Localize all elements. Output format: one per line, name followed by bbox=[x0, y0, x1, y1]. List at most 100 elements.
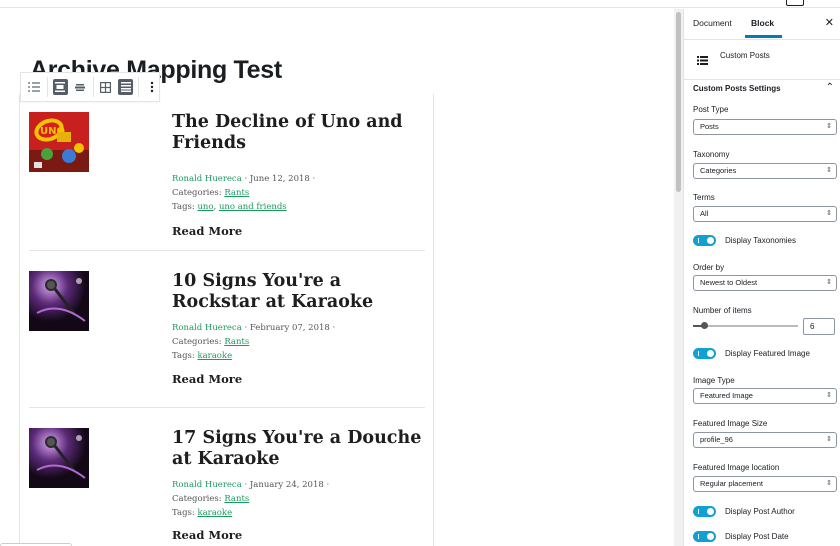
microphone-image bbox=[29, 271, 89, 331]
select-arrows-icon: ⇕ bbox=[826, 167, 832, 174]
header-settings-button[interactable] bbox=[786, 0, 804, 6]
post-date: · June 12, 2018 · bbox=[241, 174, 316, 184]
post-author[interactable]: Ronald Huereca bbox=[172, 480, 242, 490]
slider-track bbox=[693, 325, 798, 327]
editor-scrollbar[interactable] bbox=[674, 9, 684, 546]
toolbar-separator bbox=[46, 77, 48, 97]
display-post-author-label: Display Post Author bbox=[725, 507, 795, 516]
post-categories: Categories: Rants bbox=[172, 492, 249, 506]
categories-label: Categories: bbox=[172, 188, 225, 198]
block-toolbar bbox=[20, 72, 160, 102]
display-post-author-toggle[interactable] bbox=[693, 506, 716, 517]
microphone-image bbox=[29, 428, 89, 488]
post-title[interactable]: 10 Signs You're a Rockstar at Karaoke bbox=[172, 271, 428, 313]
uno-image: UNO bbox=[29, 112, 89, 172]
post-title[interactable]: The Decline of Uno and Friends bbox=[172, 112, 428, 154]
post-meta: Ronald Huereca · June 12, 2018 · bbox=[172, 172, 315, 186]
post-type-select[interactable]: Posts ⇕ bbox=[693, 119, 837, 135]
featured-image-location-value: Regular placement bbox=[700, 479, 763, 488]
terms-select[interactable]: All ⇕ bbox=[693, 206, 837, 222]
featured-image-size-value: profile_96 bbox=[700, 435, 733, 444]
image-type-select[interactable]: Featured Image ⇕ bbox=[693, 388, 837, 404]
post-author[interactable]: Ronald Huereca bbox=[172, 323, 242, 333]
order-by-value: Newest to Oldest bbox=[700, 278, 758, 287]
tag-link[interactable]: karaoke bbox=[197, 508, 232, 518]
post-date: · January 24, 2018 · bbox=[241, 480, 330, 490]
tag-link[interactable]: uno bbox=[197, 202, 213, 212]
taxonomy-label: Taxonomy bbox=[693, 150, 730, 159]
post-categories: Categories: Rants bbox=[172, 335, 249, 349]
slider-handle[interactable] bbox=[701, 322, 708, 329]
table-view-icon[interactable] bbox=[118, 79, 134, 95]
number-of-items-label: Number of items bbox=[693, 306, 752, 315]
block-card: Custom Posts bbox=[684, 40, 840, 80]
tags-label: Tags: bbox=[172, 351, 198, 361]
panel-header-custom-posts-settings[interactable]: Custom Posts Settings ⌃ bbox=[684, 80, 840, 100]
custom-posts-block[interactable]: UNO The Decline of Uno and Friends Ronal… bbox=[19, 94, 434, 546]
chevron-up-icon[interactable]: ⌃ bbox=[826, 82, 834, 93]
tag-link[interactable]: karaoke bbox=[197, 351, 232, 361]
post-author[interactable]: Ronald Huereca bbox=[172, 174, 242, 184]
order-by-label: Order by bbox=[693, 263, 725, 272]
panel-title: Custom Posts Settings bbox=[693, 84, 781, 93]
sidebar-tabs: Document Block ✕ bbox=[684, 9, 840, 40]
terms-value: All bbox=[700, 209, 709, 218]
select-arrows-icon: ⇕ bbox=[826, 480, 832, 487]
active-tab-indicator bbox=[745, 35, 782, 38]
display-post-date-toggle[interactable] bbox=[693, 531, 716, 542]
featured-image-size-label: Featured Image Size bbox=[693, 419, 768, 428]
post-item: 17 Signs You're a Douche at Karaoke Rona… bbox=[29, 428, 425, 546]
display-post-author-row: Display Post Author bbox=[693, 506, 840, 518]
grid-view-icon[interactable] bbox=[98, 79, 113, 95]
display-featured-image-toggle[interactable] bbox=[693, 348, 716, 359]
tag-link[interactable]: uno and friends bbox=[219, 202, 287, 212]
number-of-items-slider[interactable] bbox=[693, 321, 798, 331]
settings-sidebar: Document Block ✕ Custom Posts Custom Pos… bbox=[684, 9, 840, 546]
category-link[interactable]: Rants bbox=[224, 494, 249, 504]
align-center-icon[interactable] bbox=[52, 79, 68, 95]
block-name: Custom Posts bbox=[720, 51, 770, 60]
post-type-value: Posts bbox=[700, 122, 719, 131]
read-more-link[interactable]: Read More bbox=[172, 224, 242, 238]
post-thumbnail: UNO bbox=[29, 112, 89, 172]
post-item: 10 Signs You're a Rockstar at Karaoke Ro… bbox=[29, 271, 425, 411]
featured-image-location-select[interactable]: Regular placement ⇕ bbox=[693, 476, 837, 492]
post-thumbnail bbox=[29, 428, 89, 488]
more-options-icon[interactable] bbox=[144, 79, 159, 95]
categories-label: Categories: bbox=[172, 337, 225, 347]
featured-image-size-select[interactable]: profile_96 ⇕ bbox=[693, 432, 837, 448]
tab-document[interactable]: Document bbox=[693, 18, 732, 28]
image-type-value: Featured Image bbox=[700, 391, 753, 400]
category-link[interactable]: Rants bbox=[224, 188, 249, 198]
post-thumbnail bbox=[29, 271, 89, 331]
read-more-link[interactable]: Read More bbox=[172, 372, 242, 386]
image-type-label: Image Type bbox=[693, 376, 735, 385]
post-divider bbox=[29, 250, 425, 251]
tags-label: Tags: bbox=[172, 202, 198, 212]
select-arrows-icon: ⇕ bbox=[826, 436, 832, 443]
select-arrows-icon: ⇕ bbox=[826, 392, 832, 399]
taxonomy-value: Categories bbox=[700, 166, 737, 175]
list-view-icon[interactable] bbox=[27, 79, 42, 95]
order-by-select[interactable]: Newest to Oldest ⇕ bbox=[693, 275, 837, 291]
display-taxonomies-row: Display Taxonomies bbox=[693, 235, 840, 247]
scrollbar-thumb[interactable] bbox=[676, 12, 681, 192]
number-of-items-input[interactable]: 6 bbox=[803, 318, 835, 335]
close-icon[interactable]: ✕ bbox=[825, 16, 834, 29]
tab-block[interactable]: Block bbox=[751, 18, 774, 28]
terms-label: Terms bbox=[693, 193, 715, 202]
select-arrows-icon: ⇕ bbox=[826, 210, 832, 217]
post-title[interactable]: 17 Signs You're a Douche at Karaoke bbox=[172, 428, 428, 470]
post-type-label: Post Type bbox=[693, 105, 729, 114]
display-post-date-row: Display Post Date bbox=[693, 531, 840, 543]
align-wide-icon[interactable] bbox=[73, 79, 88, 95]
category-link[interactable]: Rants bbox=[224, 337, 249, 347]
tags-label: Tags: bbox=[172, 508, 198, 518]
list-icon bbox=[697, 52, 708, 70]
read-more-link[interactable]: Read More bbox=[172, 528, 242, 542]
taxonomy-select[interactable]: Categories ⇕ bbox=[693, 163, 837, 179]
display-taxonomies-toggle[interactable] bbox=[693, 235, 716, 246]
post-tags: Tags: uno, uno and friends bbox=[172, 200, 287, 214]
categories-label: Categories: bbox=[172, 494, 225, 504]
toolbar-separator bbox=[138, 77, 140, 97]
